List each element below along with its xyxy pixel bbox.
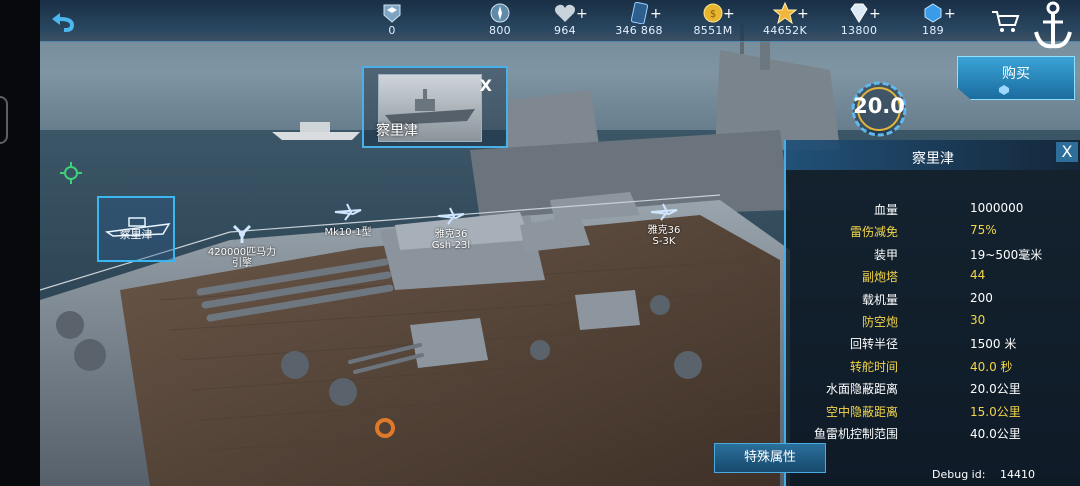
debug-value: 14410 bbox=[1000, 468, 1035, 481]
resource-blue-gem[interactable]: 189 bbox=[888, 2, 978, 37]
stat-value: 20.0公里 bbox=[970, 382, 1021, 397]
anchor-icon[interactable] bbox=[1030, 0, 1076, 52]
stat-label: 鱼雷机控制范围 bbox=[813, 427, 898, 441]
target-ship-card[interactable]: 察里津 X bbox=[362, 66, 508, 148]
stat-label: 回转半径 bbox=[849, 337, 898, 352]
stat-value: 1000000 bbox=[970, 201, 1024, 215]
add-heart-button[interactable]: + bbox=[576, 6, 588, 22]
shopping-cart-icon[interactable] bbox=[990, 8, 1022, 34]
stat-label: 装甲 bbox=[873, 247, 898, 262]
stat-label: 转舵时间 bbox=[849, 359, 898, 374]
ship-tile-label: 察里津 bbox=[119, 228, 153, 241]
stat-row: 雷伤减免 75% bbox=[786, 220, 1080, 242]
card-icon bbox=[630, 2, 649, 24]
engine-tag-line1: 420000匹马力 bbox=[207, 247, 277, 258]
blue-gem-icon bbox=[924, 3, 942, 23]
stat-label: 血量 bbox=[873, 203, 898, 217]
compass-token-icon bbox=[490, 3, 510, 23]
stat-value: 40.0公里 bbox=[970, 427, 1021, 441]
device-bezel bbox=[0, 0, 40, 486]
debug-label: Debug id: bbox=[932, 468, 986, 481]
stat-row: 血量 1000000 bbox=[786, 198, 1080, 220]
star-icon bbox=[773, 2, 797, 24]
stat-row: 副炮塔 44 bbox=[786, 265, 1080, 287]
stat-value: 19~500毫米 bbox=[970, 247, 1043, 262]
aircraft-tag-2[interactable]: 雅克36 S-3K bbox=[632, 202, 696, 247]
aircraft-tag-1-line2: Gsh-23l bbox=[431, 240, 471, 251]
stat-value: 1500 米 bbox=[970, 337, 1017, 352]
speed-value: 20.0 bbox=[853, 94, 905, 118]
propeller-icon bbox=[232, 224, 252, 243]
stat-row: 载机量 200 bbox=[786, 288, 1080, 310]
aircraft-tag-1[interactable]: 雅克36 Gsh-23l bbox=[416, 206, 486, 251]
stat-value: 75% bbox=[970, 223, 997, 238]
stats-panel-header: 察里津 X bbox=[786, 140, 1080, 170]
aircraft-tag-2-line1: 雅克36 bbox=[647, 225, 681, 236]
stat-value: 200 bbox=[970, 290, 993, 305]
stats-panel-title: 察里津 bbox=[912, 151, 954, 167]
rank-badge-icon bbox=[383, 4, 401, 23]
close-stats-button[interactable]: X bbox=[1056, 142, 1078, 162]
fighter-plane-icon bbox=[650, 203, 678, 221]
buy-label: 购买 bbox=[1002, 66, 1030, 82]
target-ship-name: 察里津 bbox=[376, 123, 418, 139]
stat-value: 15.0公里 bbox=[970, 404, 1021, 419]
stat-label: 载机量 bbox=[861, 292, 898, 307]
fighter-plane-icon bbox=[437, 207, 465, 225]
stat-row: 转舵时间 40.0 秒 bbox=[786, 355, 1080, 377]
back-arrow-icon[interactable] bbox=[48, 10, 80, 34]
add-card-button[interactable]: + bbox=[650, 6, 662, 22]
add-gold-button[interactable]: + bbox=[723, 6, 735, 22]
buy-button[interactable]: 购买 bbox=[957, 56, 1075, 100]
stat-row: 空中隐蔽距离 15.0公里 bbox=[786, 400, 1080, 422]
engine-tag-line2: 引擎 bbox=[232, 258, 252, 269]
diamond-icon bbox=[850, 3, 868, 23]
aa-gun-tag-line1: Mk10-1型 bbox=[324, 227, 372, 238]
add-blue-gem-button[interactable]: + bbox=[944, 6, 956, 22]
stat-row: 水面隐蔽距离 20.0公里 bbox=[786, 377, 1080, 399]
stat-label: 副炮塔 bbox=[861, 270, 898, 285]
engine-tag[interactable]: 420000匹马力 引擎 bbox=[200, 224, 284, 269]
aircraft-tag-1-line1: 雅克36 bbox=[434, 229, 468, 240]
add-diamond-button[interactable]: + bbox=[869, 6, 881, 22]
gold-coin-icon: $ bbox=[703, 3, 723, 23]
stat-value: 44 bbox=[970, 268, 986, 283]
stat-label: 雷伤减免 bbox=[849, 225, 898, 240]
svg-text:$: $ bbox=[710, 9, 716, 20]
speed-gauge: 20.0 bbox=[838, 78, 920, 140]
stat-value: 30 bbox=[970, 313, 986, 327]
resource-value: 0 bbox=[388, 24, 396, 37]
stat-row: 鱼雷机控制范围 40.0公里 bbox=[786, 422, 1080, 444]
ship-select-tile[interactable]: 察里津 bbox=[97, 196, 175, 262]
special-attributes-tab[interactable]: 特殊属性 bbox=[714, 443, 826, 473]
stat-row: 装甲 19~500毫米 bbox=[786, 243, 1080, 265]
stat-label: 水面隐蔽距离 bbox=[825, 382, 898, 397]
ship-stats-panel: 察里津 X 血量 1000000 雷伤减免 75% 装甲 19~500毫米副炮塔 44 载机量… bbox=[784, 140, 1080, 486]
device-side-button bbox=[0, 96, 8, 144]
stat-row: 回转半径 1500 米 bbox=[786, 332, 1080, 354]
stat-row: 防空炮 30 bbox=[786, 310, 1080, 332]
aircraft-tag-2-line2: S-3K bbox=[652, 236, 676, 247]
add-star-button[interactable]: + bbox=[797, 6, 809, 22]
heart-icon bbox=[555, 4, 575, 23]
compass-marker-icon[interactable] bbox=[60, 162, 82, 184]
stat-value: 40.0 秒 bbox=[970, 359, 1013, 374]
resource-rank[interactable]: 0 bbox=[347, 2, 437, 37]
stat-label: 防空炮 bbox=[861, 315, 898, 329]
blue-gem-icon bbox=[999, 85, 1009, 95]
fighter-plane-icon bbox=[334, 203, 362, 221]
aa-gun-tag[interactable]: Mk10-1型 bbox=[306, 200, 390, 238]
stat-label: 空中隐蔽距离 bbox=[825, 404, 898, 419]
resource-value: 189 bbox=[922, 24, 944, 37]
close-target-button[interactable]: X bbox=[480, 76, 492, 95]
